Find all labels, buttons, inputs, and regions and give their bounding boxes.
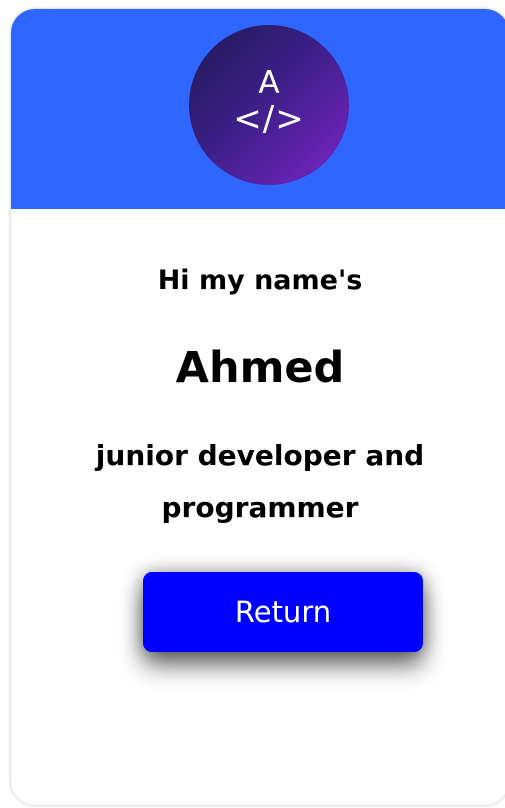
code-icon: </> <box>233 99 305 139</box>
profile-card: A </> Hi my name's Ahmed junior develope… <box>11 9 505 805</box>
avatar-letter: A <box>258 65 280 101</box>
greeting-text: Hi my name's <box>157 265 363 296</box>
profile-name: Ahmed <box>175 343 345 393</box>
return-button[interactable]: Return <box>143 572 423 652</box>
avatar: A </> <box>189 25 349 185</box>
profile-role: junior developer and programmer <box>95 439 425 524</box>
page: A </> Hi my name's Ahmed junior develope… <box>0 0 505 808</box>
